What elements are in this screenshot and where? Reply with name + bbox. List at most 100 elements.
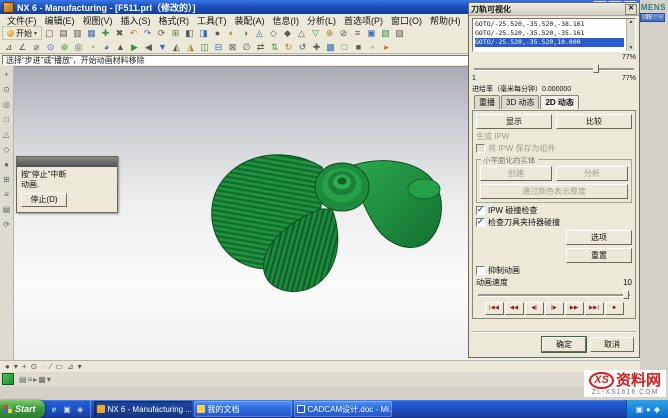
left-toolbar-icon[interactable]: ⊙ — [3, 86, 10, 94]
toolbar-icon[interactable]: ⊿ — [2, 41, 15, 53]
toolbar-icon[interactable]: ▨ — [393, 27, 406, 39]
dialog-titlebar[interactable] — [17, 157, 117, 167]
toolbar-icon[interactable]: ▢ — [43, 27, 56, 39]
playback-button[interactable]: ■ — [605, 302, 624, 315]
goto-line[interactable]: GOTO/-25.520,-35.520,-38.161 — [475, 20, 624, 29]
toolbar-icon[interactable]: ◭ — [170, 41, 183, 53]
toolbar-icon[interactable]: ◐ — [225, 27, 238, 39]
toolbar-icon[interactable]: ◀ — [142, 41, 155, 53]
propeller-3d-model[interactable] — [204, 131, 454, 311]
goto-line[interactable]: GOTO/-25.520,-35.520,-35.161 — [475, 29, 624, 38]
tab[interactable]: 2D 动态 — [540, 95, 578, 109]
toolbar-icon[interactable]: ⊟ — [212, 41, 225, 53]
minimized-dialog-fragment[interactable]: -35▫ — [640, 13, 665, 22]
toolbar-icon[interactable]: ▦ — [85, 27, 98, 39]
left-toolbar-icon[interactable]: ⟳ — [3, 221, 10, 229]
toolbar-icon[interactable]: ▤ — [57, 27, 70, 39]
toolbar-icon[interactable]: ◕ — [100, 41, 113, 53]
toolbar-icon[interactable]: ↻ — [282, 41, 295, 53]
menu-item[interactable]: 工具(T) — [193, 14, 231, 27]
options-button[interactable]: 选项 — [566, 230, 632, 245]
toolbar-icon[interactable]: ⌀ — [30, 41, 43, 53]
playback-button[interactable]: |◀◀ — [485, 302, 504, 315]
toolbar-icon[interactable]: ↺ — [296, 41, 309, 53]
toolbar-icon[interactable]: ⊕ — [323, 27, 336, 39]
menu-item[interactable]: 分析(L) — [303, 14, 340, 27]
snap-icon[interactable]: ● — [5, 362, 10, 371]
ok-button[interactable]: 确定 — [542, 337, 586, 352]
toolbar-icon[interactable]: ▽ — [309, 27, 322, 39]
toolbar-icon[interactable]: ✚ — [310, 41, 323, 53]
slider-thumb[interactable] — [593, 64, 599, 73]
toolbar-icon[interactable]: ∅ — [240, 41, 253, 53]
tab[interactable]: 重播 — [474, 95, 500, 109]
toolbar-icon[interactable]: ⟳ — [155, 27, 168, 39]
toolbar-icon[interactable]: ⇅ — [268, 41, 281, 53]
left-toolbar-icon[interactable]: ◎ — [3, 101, 10, 109]
toolbar-icon[interactable]: ▧ — [379, 27, 392, 39]
toolbar-icon[interactable]: □ — [338, 41, 351, 53]
playback-button[interactable]: ◀◀ — [505, 302, 524, 315]
create-button[interactable]: 创建 — [480, 166, 552, 181]
toolbar-icon[interactable]: ◧ — [183, 27, 196, 39]
toolbar-icon[interactable]: ≡ — [351, 27, 364, 39]
compare-button[interactable]: 比较 — [556, 114, 632, 129]
display-button[interactable]: 显示 — [476, 114, 552, 129]
holder-collision-checkbox[interactable] — [476, 218, 485, 227]
left-toolbar-icon[interactable]: ⊞ — [3, 176, 10, 184]
left-toolbar-icon[interactable]: + — [4, 71, 9, 79]
status-icon[interactable]: ≡ — [28, 375, 33, 384]
toolbar-icon[interactable]: ▥ — [71, 27, 84, 39]
snap-icon[interactable]: + — [22, 362, 27, 371]
toolbar-icon[interactable]: ⊚ — [58, 41, 71, 53]
thickness-by-color-button[interactable]: 通过颜色表示厚度 — [480, 184, 628, 199]
taskbar-task-button[interactable]: 我的文档 — [194, 401, 292, 417]
toolbar-icon[interactable]: ● — [211, 27, 224, 39]
analyze-button[interactable]: 分析 — [556, 166, 628, 181]
panel-titlebar[interactable]: 刀轨可视化 ✕ — [469, 3, 639, 16]
left-toolbar-icon[interactable]: ▤ — [3, 206, 11, 214]
toolbar-icon[interactable]: ▼ — [156, 41, 169, 53]
toolbar-icon[interactable]: ✖ — [113, 27, 126, 39]
menu-item[interactable]: 视图(V) — [79, 14, 117, 27]
toolbar-icon[interactable]: ◨ — [197, 27, 210, 39]
left-toolbar-icon[interactable]: ≡ — [4, 191, 9, 199]
taskbar-task-button[interactable]: CADCAM设计.doc - Mi... — [294, 401, 392, 417]
slider-thumb[interactable] — [623, 290, 629, 299]
suppress-animation-checkbox[interactable] — [476, 266, 485, 275]
toolbar-icon[interactable]: ✚ — [99, 27, 112, 39]
toolbar-icon[interactable]: ■ — [352, 41, 365, 53]
snap-icon[interactable]: ∕ — [50, 362, 51, 371]
toolbar-icon[interactable]: ◔ — [86, 41, 99, 53]
playback-button[interactable]: |▶ — [545, 302, 564, 315]
snap-icon[interactable]: ▾ — [14, 362, 18, 371]
snap-icon[interactable]: ⊿ — [67, 362, 74, 371]
toolbar-icon[interactable]: ◮ — [184, 41, 197, 53]
left-toolbar-icon[interactable]: △ — [3, 131, 9, 139]
status-icon[interactable]: ▤ — [19, 375, 27, 384]
toolbar-icon[interactable]: ⊘ — [337, 27, 350, 39]
tab[interactable]: 3D 动态 — [501, 95, 539, 109]
toolbar-icon[interactable]: ◬ — [253, 27, 266, 39]
toolbar-icon[interactable]: ▣ — [365, 27, 378, 39]
toolbar-icon[interactable]: ◑ — [239, 27, 252, 39]
toolbar-icon[interactable]: ▲ — [114, 41, 127, 53]
save-ipw-checkbox[interactable] — [476, 144, 485, 153]
toolbar-icon[interactable]: ▶ — [128, 41, 141, 53]
toolbar-icon[interactable]: ↷ — [141, 27, 154, 39]
menu-item[interactable]: 文件(F) — [3, 14, 41, 27]
scroll-down-icon[interactable]: ▼ — [629, 45, 634, 51]
panel-close-icon[interactable]: ✕ — [625, 4, 637, 15]
menu-item[interactable]: 帮助(H) — [426, 14, 465, 27]
toolbar-icon[interactable]: ∠ — [16, 41, 29, 53]
toolbar-icon[interactable]: △ — [295, 27, 308, 39]
toolbar-icon[interactable]: ◇ — [267, 27, 280, 39]
menu-item[interactable]: 编辑(E) — [41, 14, 79, 27]
toolbar-icon[interactable]: ⊙ — [44, 41, 57, 53]
propeller-blade-right[interactable] — [354, 161, 441, 248]
animation-speed-slider[interactable] — [476, 290, 632, 299]
stop-button[interactable]: 停止(D) — [21, 193, 67, 207]
goto-line[interactable]: GOTO/-25.520,-35.520,10.000 — [475, 38, 624, 47]
status-icon[interactable]: ▸ — [33, 375, 37, 384]
snap-icon[interactable]: ◌ — [41, 362, 46, 371]
